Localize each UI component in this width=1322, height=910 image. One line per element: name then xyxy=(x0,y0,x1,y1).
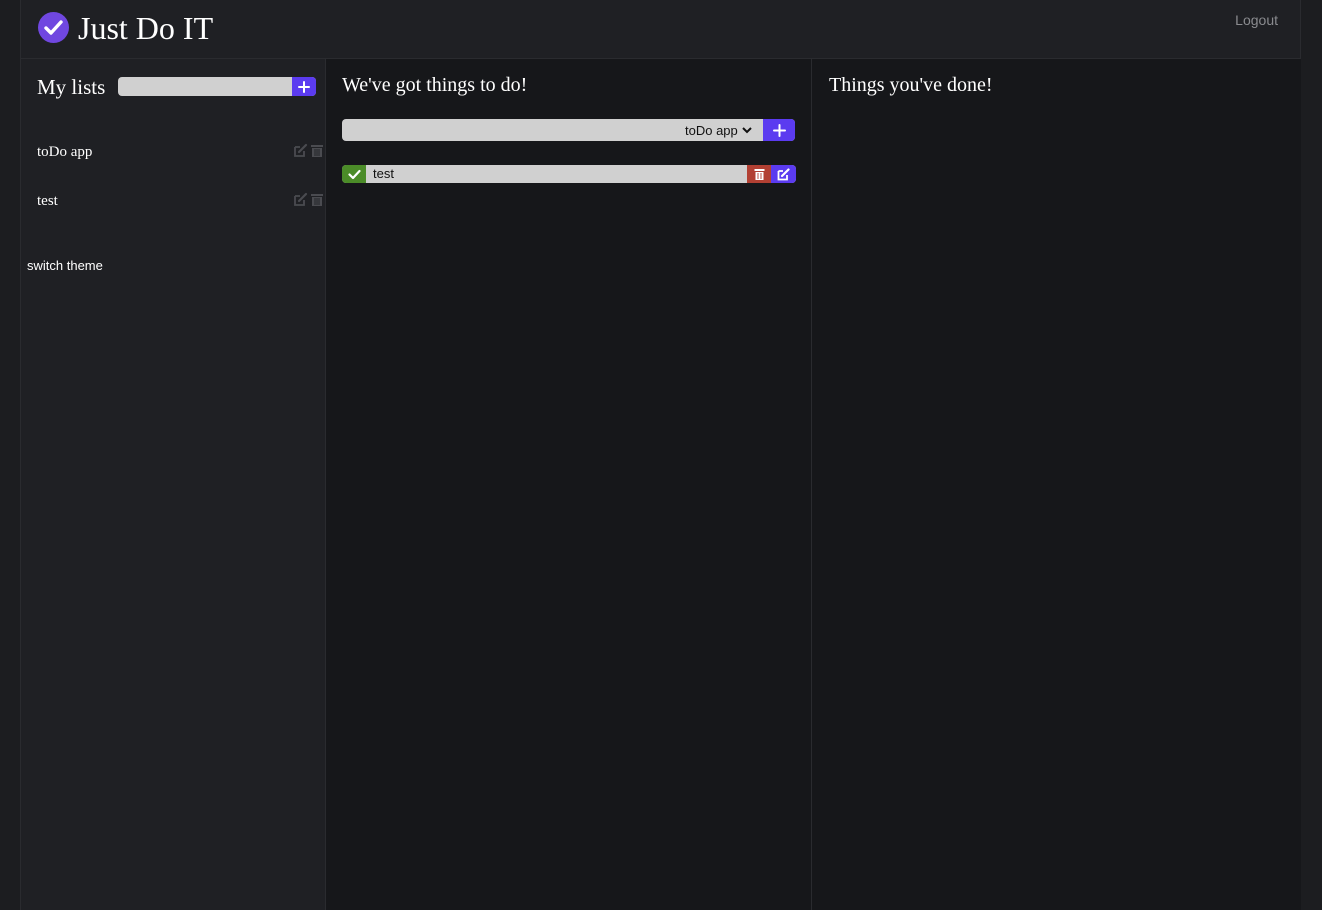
delete-task-button[interactable] xyxy=(747,165,771,183)
check-icon xyxy=(347,169,361,179)
trash-icon xyxy=(754,169,764,180)
todo-column-title: We've got things to do! xyxy=(342,74,528,96)
switch-theme-button[interactable]: switch theme xyxy=(27,258,103,273)
task-row: test xyxy=(342,165,796,183)
edit-icon[interactable] xyxy=(293,143,308,158)
list-label[interactable]: toDo app xyxy=(37,142,92,162)
new-list-input[interactable] xyxy=(118,77,290,96)
done-column: Things you've done! xyxy=(812,59,1300,910)
list-select[interactable]: toDo app xyxy=(685,121,752,139)
sidebar: My lists toDo app test switch theme xyxy=(21,59,326,910)
list-label[interactable]: test xyxy=(37,191,58,211)
sidebar-item-test[interactable]: test xyxy=(37,189,325,213)
chevron-down-icon xyxy=(742,127,752,134)
complete-task-button[interactable] xyxy=(342,165,366,183)
done-column-title: Things you've done! xyxy=(829,74,993,96)
add-task-button[interactable] xyxy=(763,119,795,141)
task-text: test xyxy=(373,166,394,181)
trash-icon[interactable] xyxy=(310,143,324,158)
plus-icon xyxy=(772,123,786,137)
new-task-form: toDo app xyxy=(342,119,795,141)
add-list-button[interactable] xyxy=(292,77,316,96)
new-task-input[interactable] xyxy=(342,119,682,141)
edit-task-button[interactable] xyxy=(771,165,796,183)
app-frame: Just Do IT Logout My lists toDo app test xyxy=(20,0,1301,910)
top-bar: Just Do IT Logout xyxy=(21,0,1301,59)
sidebar-title: My lists xyxy=(37,75,106,99)
plus-icon xyxy=(298,80,310,93)
edit-icon[interactable] xyxy=(293,192,308,207)
logout-link[interactable]: Logout xyxy=(1235,12,1278,28)
todo-column: We've got things to do! toDo app test xyxy=(326,59,812,910)
new-list-form xyxy=(118,77,316,96)
sidebar-item-todo-app[interactable]: toDo app xyxy=(37,140,325,164)
list-select-value: toDo app xyxy=(685,122,738,138)
app-title: Just Do IT xyxy=(78,10,214,46)
edit-icon xyxy=(777,167,790,180)
trash-icon[interactable] xyxy=(310,192,324,207)
check-circle-icon xyxy=(38,12,69,43)
